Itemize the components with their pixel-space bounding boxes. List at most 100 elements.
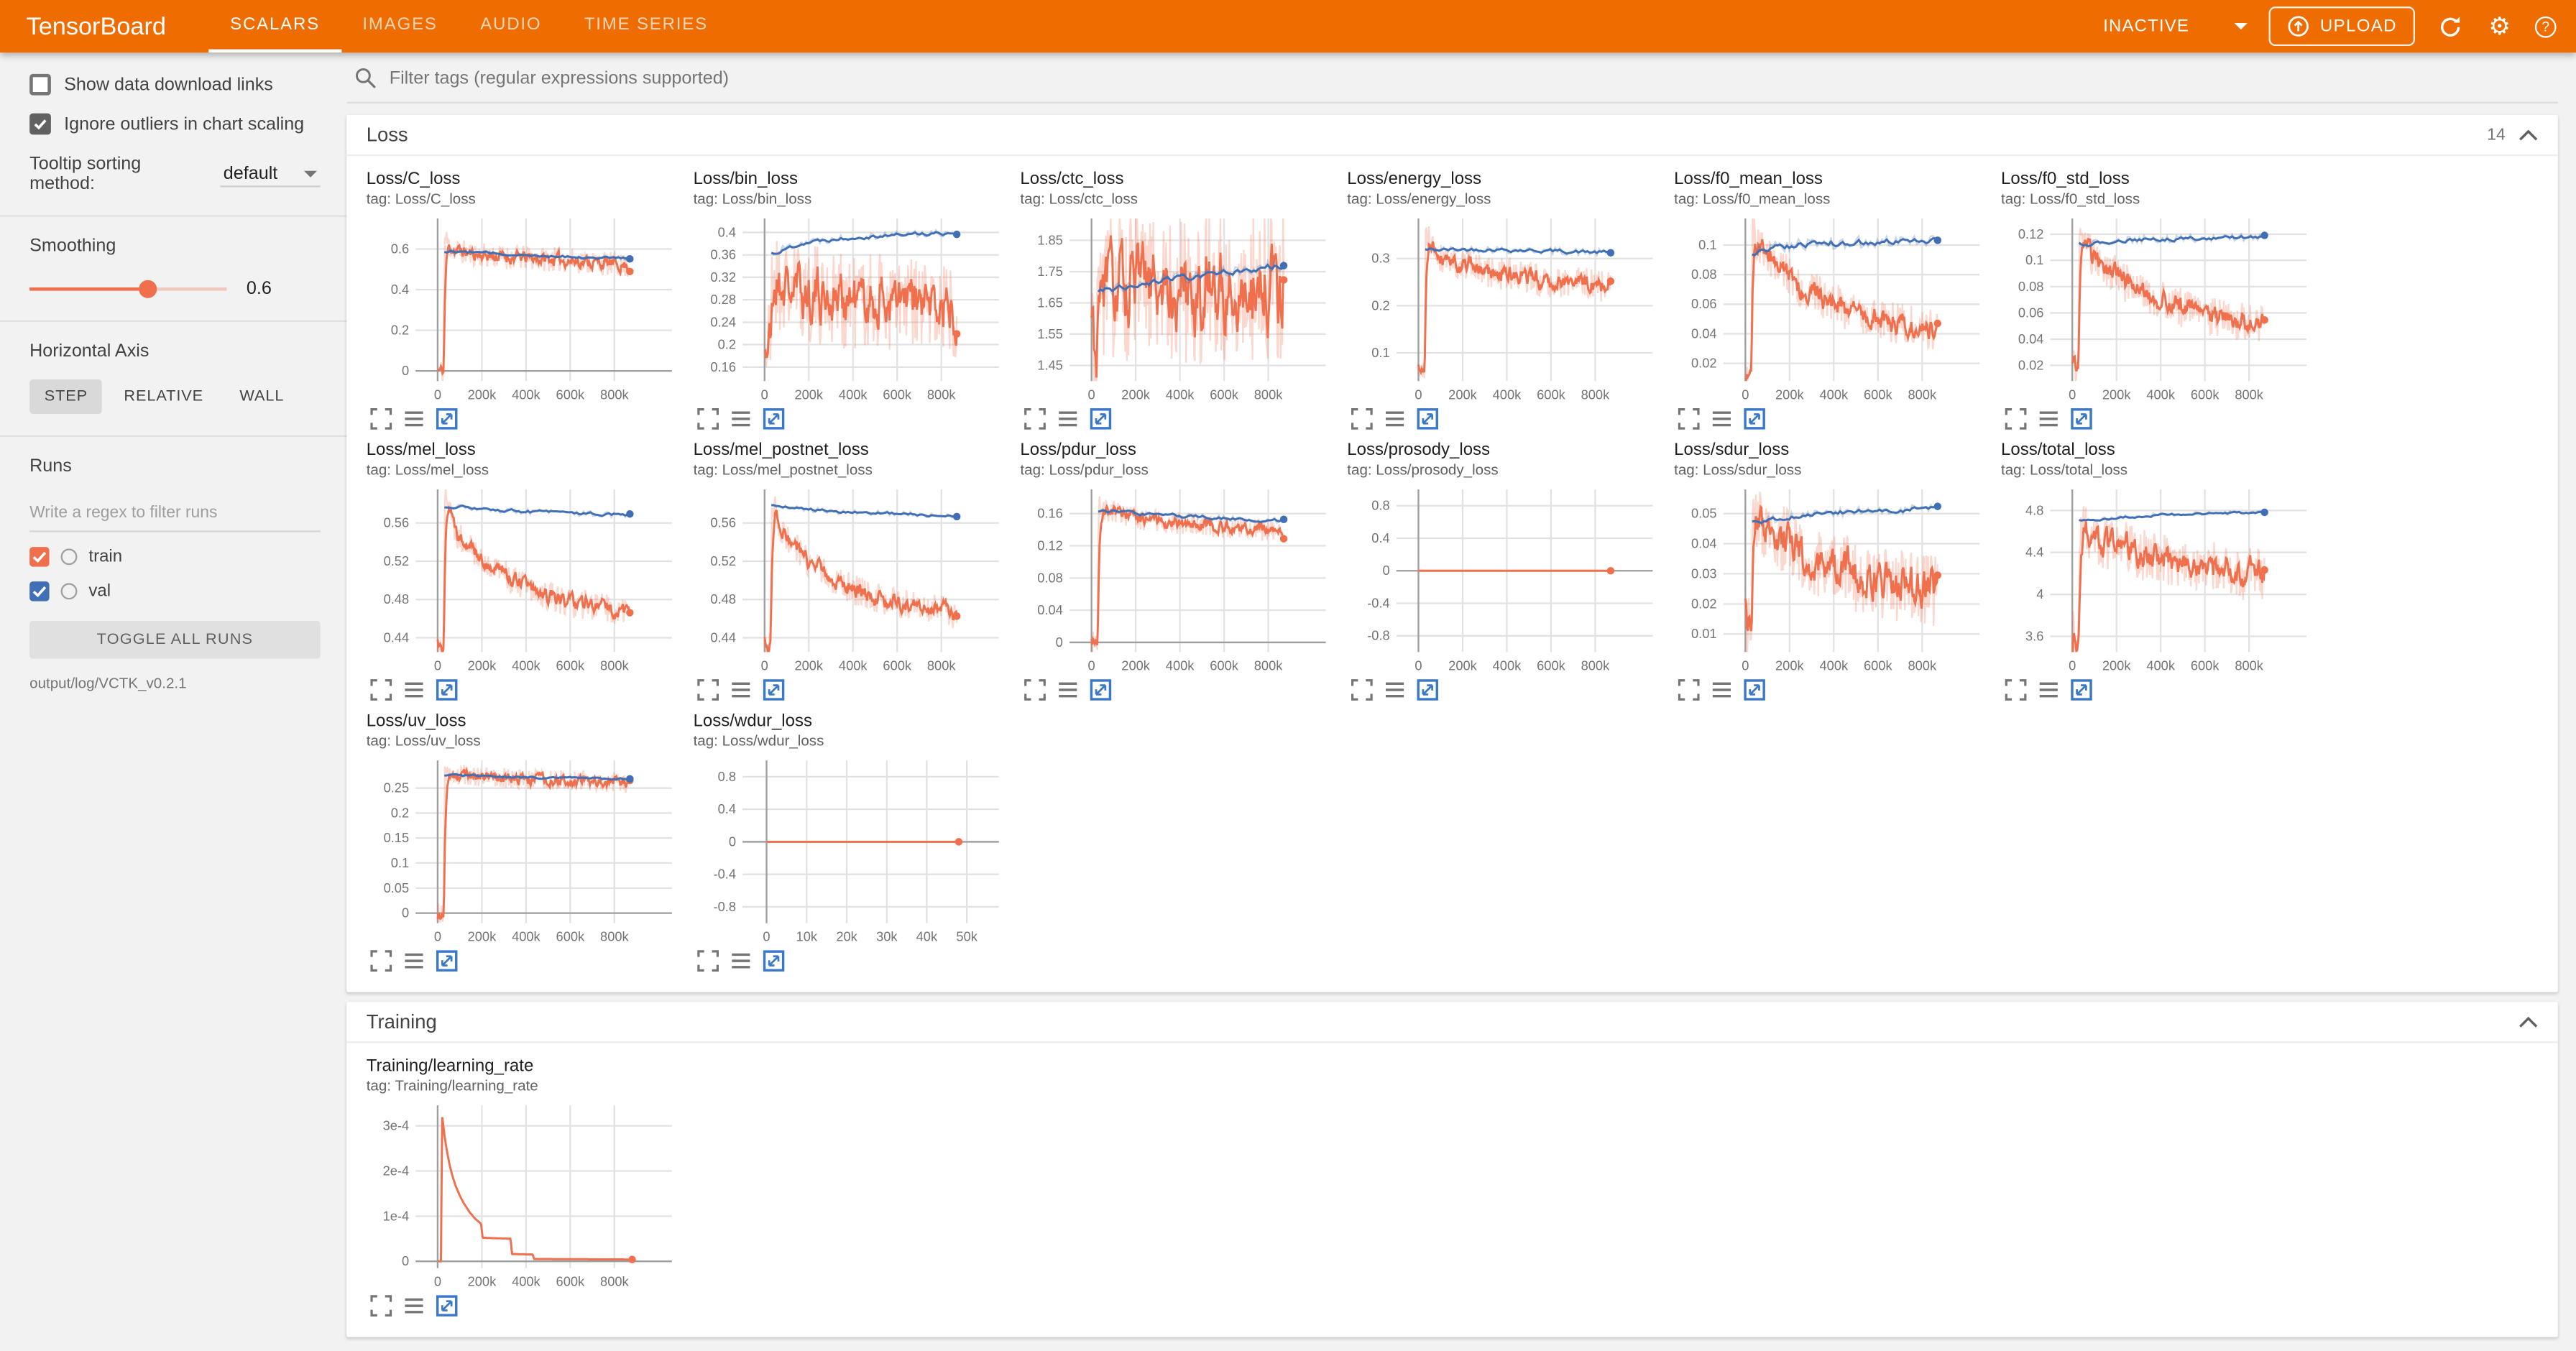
scalar-plot[interactable]: 00.050.10.150.20.250200k400k600k800k [367,754,682,948]
expand-chart-icon[interactable] [1024,407,1046,430]
expand-chart-icon[interactable] [696,949,719,972]
tab-images[interactable]: IMAGES [341,0,459,52]
log-scale-toggle-icon[interactable] [1710,678,1733,701]
fit-domain-icon[interactable] [2070,678,2093,701]
smoothing-slider[interactable] [29,287,226,291]
log-scale-toggle-icon[interactable] [1710,407,1733,430]
run-checkbox-train[interactable] [29,547,49,566]
tab-time-series[interactable]: TIME SERIES [563,0,730,52]
log-scale-toggle-icon[interactable] [730,949,753,972]
log-scale-toggle-icon[interactable] [730,407,753,430]
scalar-plot[interactable]: 0.020.040.060.080.10200k400k600k800k [1674,212,1990,406]
log-scale-toggle-icon[interactable] [1384,678,1407,701]
collapse-section-icon[interactable] [2518,1016,2538,1028]
scalar-plot[interactable]: 3.644.44.80200k400k600k800k [2001,483,2317,677]
expand-chart-icon[interactable] [369,949,392,972]
log-scale-toggle-icon[interactable] [2037,407,2060,430]
filter-tags-input[interactable] [390,68,2558,88]
fit-domain-icon[interactable] [436,678,459,701]
run-solo-radio-train[interactable] [61,548,78,565]
axis-button-wall[interactable]: WALL [225,379,299,414]
settings-gear-icon[interactable]: ⚙ [2485,12,2513,40]
svg-text:0.2: 0.2 [391,805,409,820]
fit-domain-icon[interactable] [436,949,459,972]
help-icon[interactable]: ? [2535,16,2557,37]
scalar-plot[interactable]: 00.20.40.60200k400k600k800k [367,212,682,406]
expand-chart-icon[interactable] [369,678,392,701]
expand-chart-icon[interactable] [2005,407,2028,430]
expand-chart-icon[interactable] [369,1294,392,1317]
refresh-icon[interactable] [2437,12,2465,40]
run-solo-radio-val[interactable] [61,583,78,599]
expand-chart-icon[interactable] [1351,678,1374,701]
fit-domain-icon[interactable] [2070,407,2093,430]
show-download-links-row[interactable]: Show data download links [29,74,321,96]
scalar-plot[interactable]: 0.160.20.240.280.320.360.40200k400k600k8… [694,212,1009,406]
fit-domain-icon[interactable] [1416,678,1439,701]
search-icon [355,68,377,89]
expand-chart-icon[interactable] [696,407,719,430]
fit-domain-icon[interactable] [436,407,459,430]
fit-domain-icon[interactable] [763,678,786,701]
fit-domain-icon[interactable] [763,949,786,972]
log-scale-toggle-icon[interactable] [1384,407,1407,430]
show-download-checkbox[interactable] [29,74,51,96]
expand-chart-icon[interactable] [369,407,392,430]
fit-domain-icon[interactable] [436,1294,459,1317]
tab-audio[interactable]: AUDIO [459,0,563,52]
scalar-plot[interactable]: 00.040.080.120.160200k400k600k800k [1020,483,1335,677]
fit-domain-icon[interactable] [1743,678,1766,701]
log-scale-toggle-icon[interactable] [1057,678,1080,701]
fit-domain-icon[interactable] [1743,407,1766,430]
runs-filter-input[interactable] [29,498,321,532]
run-row-val[interactable]: val [29,581,321,601]
ignore-outliers-row[interactable]: Ignore outliers in chart scaling [29,114,321,135]
ignore-outliers-checkbox[interactable] [29,114,51,135]
scalar-plot[interactable]: 0.440.480.520.560200k400k600k800k [367,483,682,677]
expand-chart-icon[interactable] [696,678,719,701]
log-scale-toggle-icon[interactable] [402,1294,426,1317]
axis-button-relative[interactable]: RELATIVE [109,379,218,414]
log-scale-toggle-icon[interactable] [402,949,426,972]
svg-text:1e-4: 1e-4 [383,1208,410,1223]
upload-button[interactable]: UPLOAD [2269,6,2415,46]
toggle-all-runs-button[interactable]: TOGGLE ALL RUNS [29,621,321,659]
svg-text:0: 0 [1414,658,1422,673]
data-status-dropdown[interactable]: INACTIVE [2103,17,2248,36]
scalar-plot[interactable]: 01e-42e-43e-40200k400k600k800k [367,1099,682,1293]
svg-text:200k: 200k [468,658,497,673]
run-row-train[interactable]: train [29,547,321,566]
expand-chart-icon[interactable] [1678,407,1701,430]
chart-card-loss-uv-loss: Loss/uv_losstag: Loss/uv_loss00.050.10.1… [367,711,682,972]
slider-thumb[interactable] [139,280,157,298]
fit-domain-icon[interactable] [1089,407,1112,430]
section-header-loss[interactable]: Loss14 [346,115,2558,156]
log-scale-toggle-icon[interactable] [1057,407,1080,430]
tab-scalars[interactable]: SCALARS [208,0,341,52]
section-header-training[interactable]: Training [346,1002,2558,1043]
log-scale-toggle-icon[interactable] [402,678,426,701]
scalar-plot[interactable]: 0.020.040.060.080.10.120200k400k600k800k [2001,212,2317,406]
fit-domain-icon[interactable] [1416,407,1439,430]
scalar-plot[interactable]: 0.10.20.30200k400k600k800k [1347,212,1662,406]
divider [0,215,346,216]
scalar-plot[interactable]: 0.010.020.030.040.050200k400k600k800k [1674,483,1990,677]
scalar-plot[interactable]: -0.8-0.400.40.80200k400k600k800k [1347,483,1662,677]
log-scale-toggle-icon[interactable] [2037,678,2060,701]
scalar-plot[interactable]: 0.440.480.520.560200k400k600k800k [694,483,1009,677]
scalar-plot[interactable]: 1.451.551.651.751.850200k400k600k800k [1020,212,1335,406]
fit-domain-icon[interactable] [1089,678,1112,701]
expand-chart-icon[interactable] [1024,678,1046,701]
tooltip-sort-select[interactable]: default [220,162,320,186]
scalar-plot[interactable]: -0.8-0.400.40.8010k20k30k40k50k [694,754,1009,948]
axis-button-step[interactable]: STEP [29,379,103,414]
collapse-section-icon[interactable] [2518,129,2538,140]
run-checkbox-val[interactable] [29,581,49,601]
fit-domain-icon[interactable] [763,407,786,430]
expand-chart-icon[interactable] [1351,407,1374,430]
log-scale-toggle-icon[interactable] [402,407,426,430]
expand-chart-icon[interactable] [1678,678,1701,701]
log-scale-toggle-icon[interactable] [730,678,753,701]
expand-chart-icon[interactable] [2005,678,2028,701]
svg-text:0: 0 [1742,658,1749,673]
